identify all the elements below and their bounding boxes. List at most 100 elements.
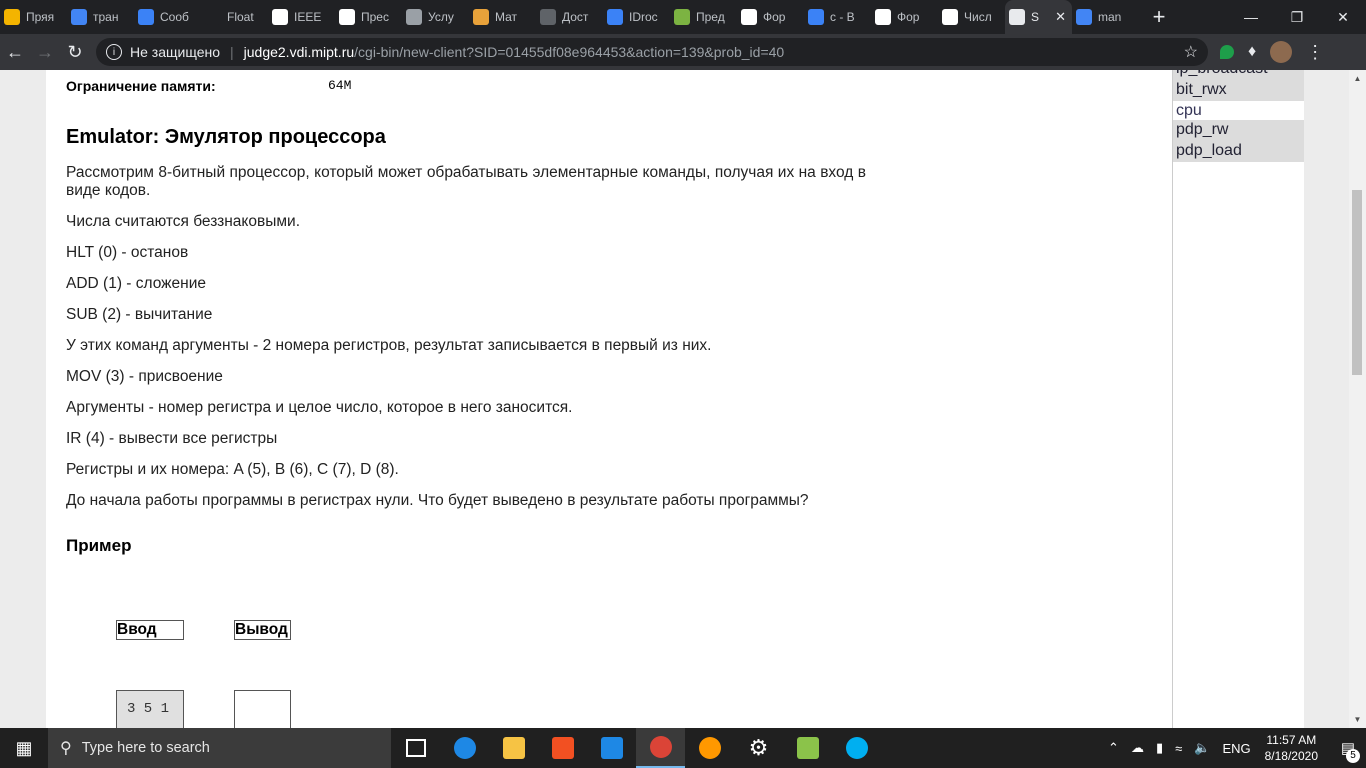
scroll-thumb[interactable] [1352,190,1362,375]
taskbar-search[interactable]: ⚲ Type here to search [48,728,391,768]
browser-tab[interactable]: Float [201,0,268,34]
wifi-icon[interactable]: ≈ [1175,741,1182,756]
info-icon[interactable]: i [106,44,122,60]
forward-button[interactable]: → [30,42,60,63]
sidebar-item-pdp-rw[interactable]: pdp_rw [1173,120,1304,141]
windows-taskbar: ▦ ⚲ Type here to search ⚙ ⌃ ☁ ▮ ≈ 🔈 ENG … [0,728,1366,768]
close-tab-icon[interactable]: ✕ [1055,9,1068,25]
new-tab-button[interactable]: + [1139,4,1179,30]
chevron-up-icon[interactable]: ⌃ [1108,740,1119,756]
memory-limit-label: Ограничение памяти: [66,78,216,94]
maximize-icon[interactable]: ❐ [1274,9,1320,26]
address-bar[interactable]: i Не защищено | judge2.vdi.mipt.ru/cgi-b… [96,38,1208,66]
globe-icon [540,9,556,25]
browser-tab[interactable]: man [1072,0,1139,34]
profile-avatar[interactable] [1270,41,1293,63]
extension-icon[interactable] [1220,45,1234,59]
sidebar-item-pdp-load[interactable]: pdp_load [1173,141,1304,162]
notification-icon[interactable]: ▤ 5 [1330,739,1366,763]
browser-tab[interactable]: c - B [804,0,871,34]
extensions-area: ♦ ⋮ [1220,41,1324,63]
edge-icon[interactable] [440,728,489,768]
minimize-icon[interactable]: — [1228,9,1274,26]
vertical-scrollbar[interactable]: ▲ ▼ [1349,70,1366,728]
stack-icon [808,9,824,25]
browser-tab[interactable]: S ✕ [1005,0,1072,34]
language-indicator[interactable]: ENG [1222,741,1250,756]
page-body: Ограничение памяти: 64M Emulator: Эмулят… [46,70,1172,728]
app-grid-icon[interactable] [783,728,832,768]
scroll-up-icon[interactable]: ▲ [1349,74,1366,83]
paragraph: ADD (1) - сложение [66,275,206,292]
url-path[interactable]: /cgi-bin/new-client?SID=01455df08e964453… [354,44,784,60]
file-explorer-icon[interactable] [489,728,538,768]
battery-icon[interactable]: ▮ [1156,740,1163,756]
memory-limit-value: 64M [328,78,352,93]
browser-toolbar: ← → ↻ i Не защищено | judge2.vdi.mipt.ru… [0,34,1366,70]
blank-tab-icon [205,9,221,25]
sidebar-item-cpu[interactable]: cpu [1173,101,1304,122]
browser-tab[interactable]: Мат [469,0,536,34]
wikipedia-icon [942,9,958,25]
tab-label: Числ [964,10,992,24]
tab-label: Float [227,10,254,24]
search-placeholder: Type here to search [81,740,210,756]
reload-button[interactable]: ↻ [60,42,90,63]
bookmark-star-icon[interactable]: ☆ [1184,42,1198,62]
tab-label: Сооб [160,10,189,24]
paragraph: До начала работы программы в регистрах н… [66,492,809,509]
browser-tab[interactable]: IEEE [268,0,335,34]
chrome-icon[interactable] [636,728,685,768]
browser-tab-strip: Пряя тран Сооб Float IEEE Прес Услу Мат Дост IDro… [0,0,1366,34]
browser-tab[interactable]: IDroc [603,0,670,34]
tab-list: Пряя тран Сооб Float IEEE Прес Услу Мат Дост IDro… [0,0,1139,34]
menu-dots-icon[interactable]: ⋮ [1306,42,1324,63]
paragraph: Регистры и их номера: A (5), B (6), C (7… [66,461,399,478]
browser-tab[interactable]: Сооб [134,0,201,34]
paragraph: SUB (2) - вычитание [66,306,213,323]
globe-icon [1009,9,1025,25]
tab-label: Фор [897,10,920,24]
scroll-down-icon[interactable]: ▼ [1349,715,1366,724]
clock[interactable]: 11:57 AM 8/18/2020 [1265,732,1318,764]
sidebar-item-bit-rwx[interactable]: bit_rwx [1173,80,1304,101]
tab-label: тран [93,10,119,24]
task-view-icon[interactable] [391,728,440,768]
example-input: 3 5 1 [116,690,184,728]
paragraph: Числа считаются беззнаковыми. [66,213,300,230]
paragraph: У этих команд аргументы - 2 номера регис… [66,337,712,354]
skype-icon[interactable] [832,728,881,768]
windows-start-icon[interactable]: ▦ [0,738,48,759]
output-header: Вывод [234,620,291,640]
volume-icon[interactable]: 🔈 [1194,740,1210,756]
browser-tab[interactable]: Фор [871,0,938,34]
sidebar-item-ip-broadcast[interactable]: ip_broadcast [1173,70,1304,80]
browser-tab[interactable]: Числ [938,0,1005,34]
url-host[interactable]: judge2.vdi.mipt.ru [244,44,355,60]
browser-tab[interactable]: Услу [402,0,469,34]
browser-tab[interactable]: Пряя [0,0,67,34]
cloud-icon[interactable]: ☁ [1131,740,1144,756]
security-label[interactable]: Не защищено [130,44,220,60]
browser-tab[interactable]: тран [67,0,134,34]
browser-tab[interactable]: Фор [737,0,804,34]
puzzle-icon[interactable]: ♦ [1248,43,1256,61]
browser-tab[interactable]: Прес [335,0,402,34]
music-app-icon[interactable] [685,728,734,768]
example-output [234,690,291,728]
page-viewport: Ограничение памяти: 64M Emulator: Эмулят… [0,70,1366,728]
tab-label: S [1031,10,1040,24]
back-button[interactable]: ← [0,42,30,63]
form-icon [875,9,891,25]
settings-gear-icon[interactable]: ⚙ [734,728,783,768]
tab-label: Пред [696,10,725,24]
problem-nav-sidebar: ip_broadcast bit_rwx cpu pdp_rw pdp_load [1172,70,1304,728]
mail-icon[interactable] [587,728,636,768]
people-icon [607,9,623,25]
doc-icon [339,9,355,25]
browser-tab[interactable]: Пред [670,0,737,34]
tab-label: Услу [428,10,454,24]
store-icon[interactable] [538,728,587,768]
close-window-icon[interactable]: ✕ [1320,9,1366,26]
browser-tab[interactable]: Дост [536,0,603,34]
